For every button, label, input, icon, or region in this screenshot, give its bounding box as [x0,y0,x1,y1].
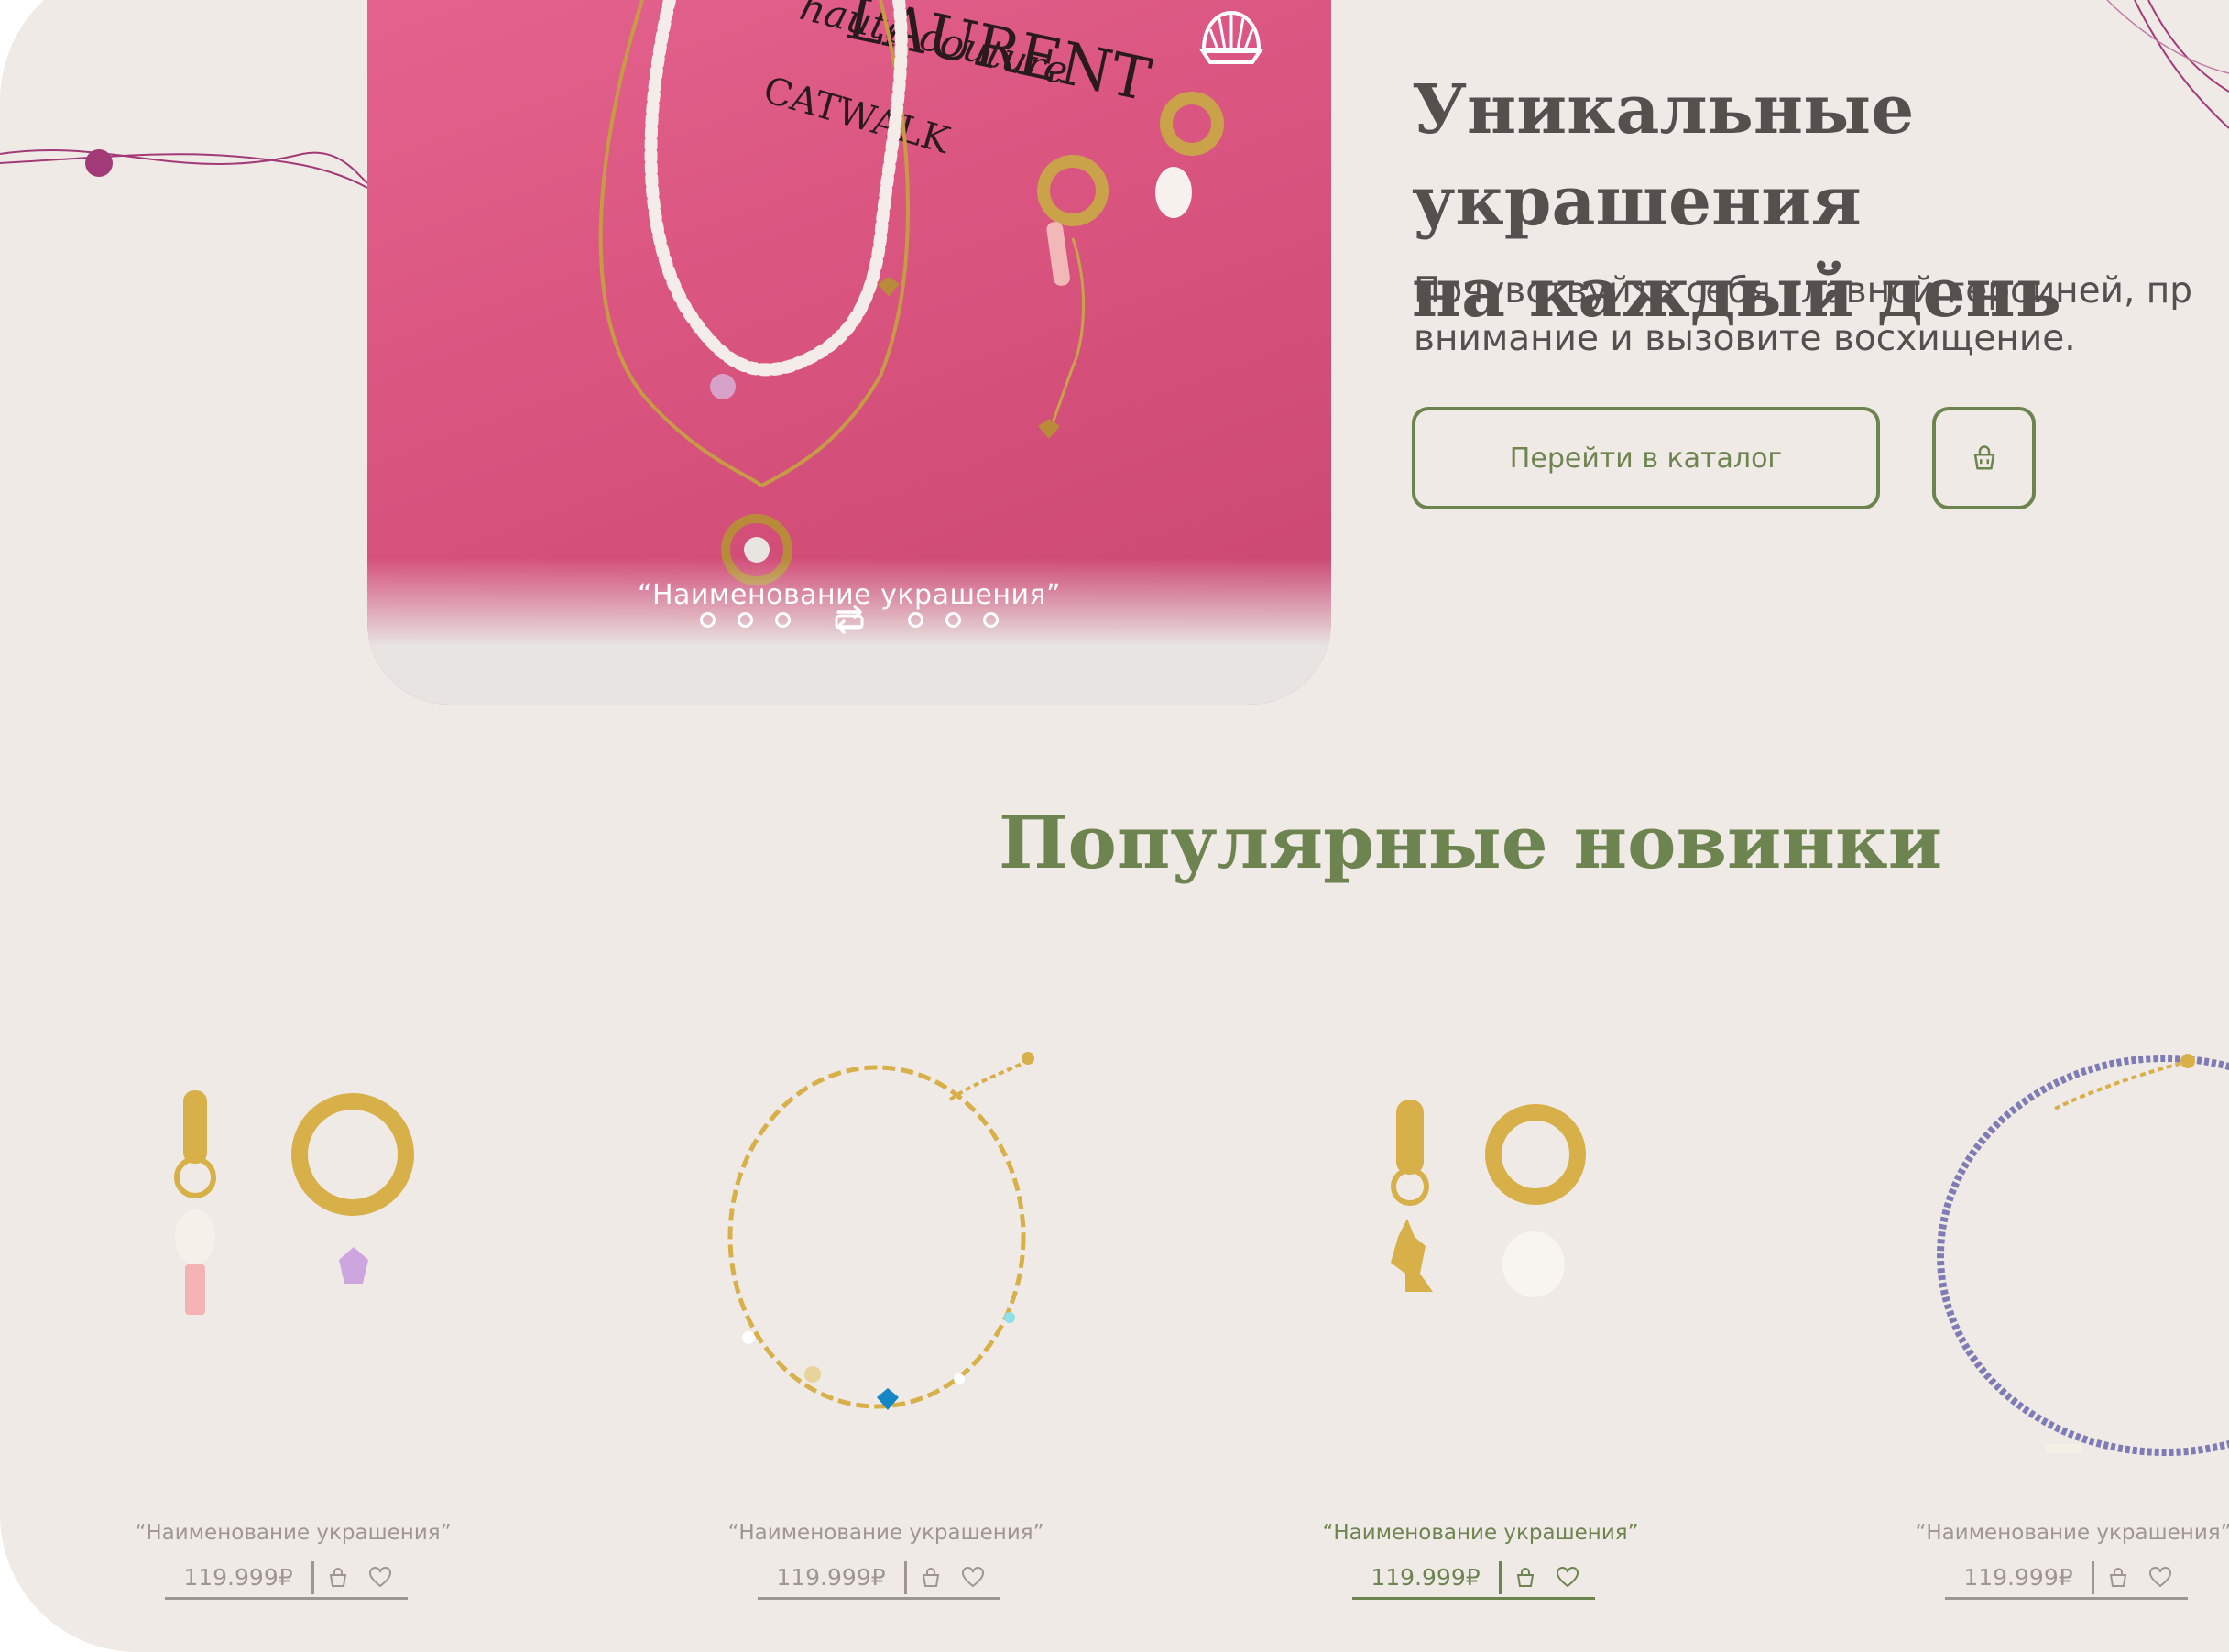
product-image [1391,1100,1586,1297]
heart-icon [369,1566,391,1587]
price-row: 119.999₽ [165,1558,408,1600]
product-price: 119.999₽ [776,1564,886,1591]
catalog-button[interactable]: Перейти в каталог [1412,407,1880,509]
cart-icon [329,1567,347,1587]
product-price: 119.999₽ [1963,1564,2073,1591]
price-row: 119.999₽ [758,1558,1000,1600]
add-to-cart-button[interactable] [912,1559,949,1596]
section-title: Популярные новинки [998,799,1943,885]
add-to-cart-button[interactable] [1507,1559,1544,1596]
cart-icon [2109,1567,2127,1587]
favorite-button[interactable] [1549,1559,1586,1596]
slider-dot[interactable] [775,611,791,628]
product-card[interactable]: “Наименование украшения” 119.999₽ [1279,971,1682,1649]
cart-icon [1973,445,1994,470]
product-card[interactable]: “Наименование украшения” 119.999₽ [684,971,1087,1649]
product-price: 119.999₽ [183,1564,293,1591]
divider [1499,1560,1502,1594]
slider-pagination[interactable] [367,603,1331,636]
favorite-button[interactable] [955,1559,991,1596]
slider-dot[interactable] [738,611,753,628]
hero-subtitle: Почувствуйте себя главной героиней, пр в… [1414,270,2193,359]
slider-dot[interactable] [983,611,999,628]
slider-dot[interactable] [945,611,961,628]
divider [2092,1560,2094,1594]
product-image [727,1052,1034,1410]
shell-logo-icon[interactable] [1199,7,1263,68]
slider-dot[interactable] [700,611,716,628]
product-name[interactable]: “Наименование украшения” [684,1521,1087,1545]
product-price: 119.999₽ [1371,1564,1481,1591]
price-row: 119.999₽ [1945,1558,2188,1600]
price-row: 119.999₽ [1352,1558,1595,1600]
slider-arrows-icon[interactable] [833,603,866,636]
product-card[interactable]: “Наименование украшения” 119.999₽ [92,971,495,1649]
svg-text:CATWALK: CATWALK [759,69,955,162]
divider [904,1560,907,1594]
product-image [174,1090,414,1315]
heart-icon [1557,1566,1579,1587]
product-name[interactable]: “Наименование украшения” [1872,1521,2229,1545]
product-name[interactable]: “Наименование украшения” [92,1521,495,1545]
add-to-cart-button[interactable] [2100,1559,2136,1596]
product-card[interactable]: “Наименование украшения” 119.999₽ [1872,971,2229,1649]
hero-image-card[interactable]: LAURENT haute couture CATWALK “Наименова… [367,0,1331,705]
cart-button[interactable] [1932,407,2036,509]
cart-icon [1516,1567,1535,1587]
favorite-button[interactable] [362,1559,399,1596]
divider [311,1560,314,1594]
slider-dot[interactable] [908,611,923,628]
add-to-cart-button[interactable] [320,1559,356,1596]
favorite-button[interactable] [2142,1559,2179,1596]
product-name[interactable]: “Наименование украшения” [1279,1521,1682,1545]
heart-icon [2149,1566,2171,1587]
cart-icon [922,1567,940,1587]
product-image [1937,1054,2229,1456]
heart-icon [962,1566,984,1587]
